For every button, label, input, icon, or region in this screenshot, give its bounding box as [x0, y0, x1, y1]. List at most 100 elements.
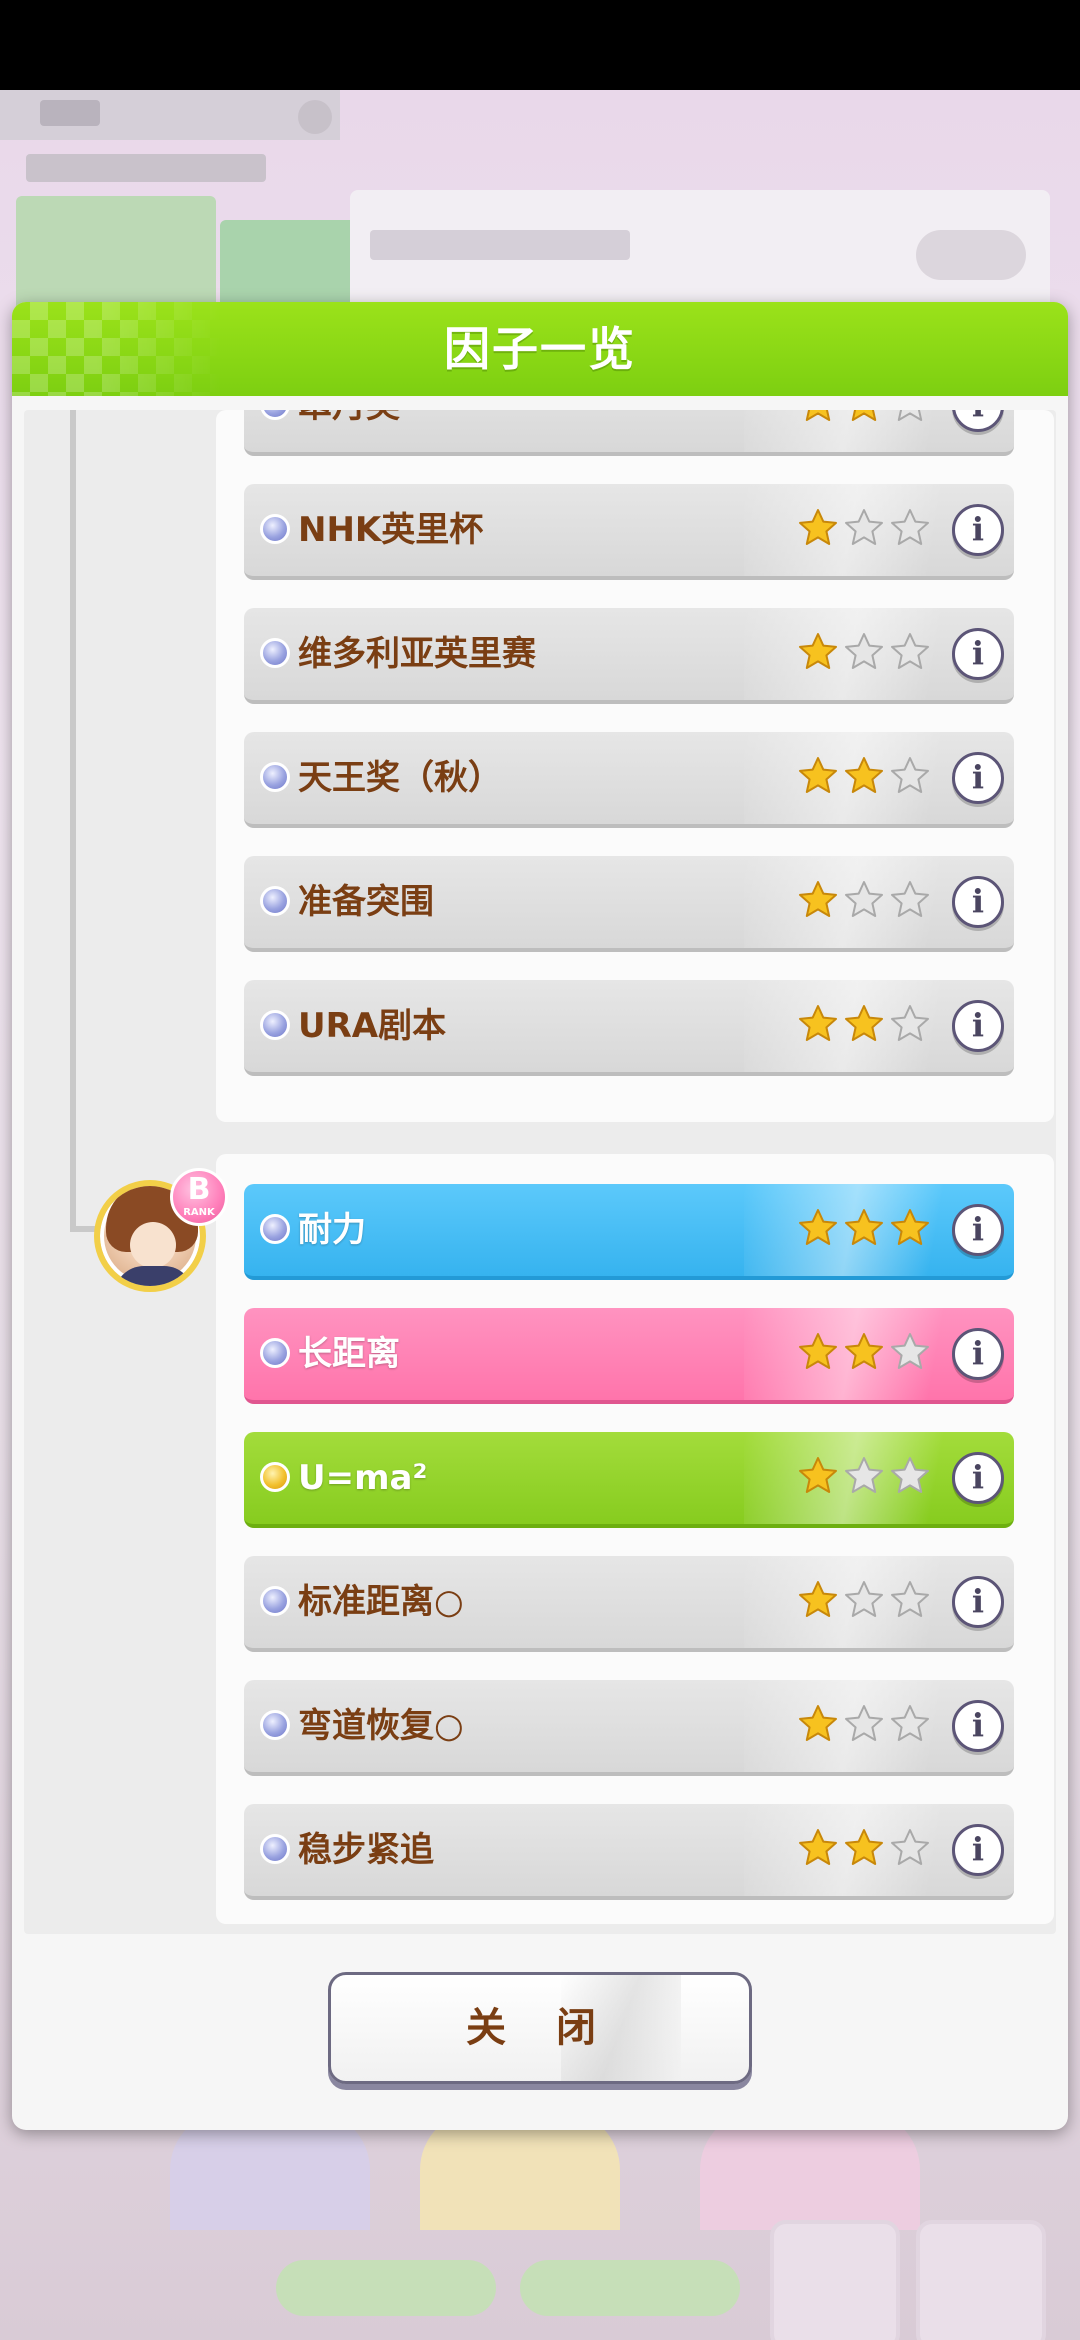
star-filled-icon	[799, 1457, 837, 1493]
star-filled-icon	[845, 1209, 883, 1245]
factor-row[interactable]: 皐月奖 i	[244, 410, 1014, 456]
star-empty-icon	[891, 757, 929, 793]
star-filled-icon	[799, 509, 837, 545]
factor-label: 长距离	[298, 1334, 400, 1374]
star-filled-icon	[891, 1209, 929, 1245]
factor-bullet-icon	[260, 1214, 290, 1244]
factor-bullet-icon	[260, 1010, 290, 1040]
star-filled-icon	[845, 1333, 883, 1369]
factor-label: 耐力	[298, 1210, 366, 1250]
info-icon[interactable]: i	[952, 628, 1004, 680]
factor-bullet-icon	[260, 762, 290, 792]
info-icon[interactable]: i	[952, 1576, 1004, 1628]
factor-star-rating	[798, 1456, 930, 1500]
factor-row[interactable]: U=ma² i	[244, 1432, 1014, 1528]
star-empty-icon	[891, 633, 929, 669]
factor-list-dialog: 因子一览 B RANK 皐月奖iNHK英里杯i维多利亚英里赛i天王奖（秋）i准备…	[12, 302, 1068, 2130]
star-empty-icon	[891, 509, 929, 545]
info-icon[interactable]: i	[952, 1700, 1004, 1752]
factor-row[interactable]: 维多利亚英里赛 i	[244, 608, 1014, 704]
star-empty-icon	[891, 1333, 929, 1369]
close-button[interactable]: 关 闭	[328, 1972, 752, 2084]
factor-row[interactable]: 标准距离○ i	[244, 1556, 1014, 1652]
factor-label: URA剧本	[298, 1006, 447, 1046]
info-icon[interactable]: i	[952, 876, 1004, 928]
star-filled-icon	[799, 1829, 837, 1865]
background-pill	[276, 2260, 496, 2316]
star-filled-icon	[799, 1333, 837, 1369]
rank-word: RANK	[183, 1207, 215, 1218]
star-empty-icon	[897, 410, 923, 421]
factor-label: 标准距离○	[298, 1582, 464, 1622]
factor-label: 准备突围	[298, 882, 434, 922]
factor-star-rating	[798, 1704, 930, 1748]
factor-row[interactable]: NHK英里杯 i	[244, 484, 1014, 580]
info-icon[interactable]: i	[952, 1824, 1004, 1876]
background-button	[770, 2220, 900, 2340]
factor-bullet-icon	[260, 1586, 290, 1616]
rank-letter: B	[187, 1172, 211, 1207]
factor-star-rating	[798, 1004, 930, 1048]
star-filled-icon	[805, 410, 831, 421]
factor-star-rating	[798, 508, 930, 552]
factor-bullet-icon	[260, 886, 290, 916]
background-topbar	[0, 90, 340, 140]
factor-label: 稳步紧追	[298, 1830, 434, 1870]
star-filled-icon	[799, 881, 837, 917]
factor-bullet-icon	[260, 638, 290, 668]
factor-star-rating	[798, 1580, 930, 1624]
star-filled-icon	[799, 1005, 837, 1041]
lineage-line	[70, 410, 76, 1232]
factor-bullet-icon	[260, 410, 290, 420]
info-icon[interactable]: i	[952, 1204, 1004, 1256]
factor-star-rating	[798, 880, 930, 924]
factor-star-rating	[798, 756, 930, 800]
factor-star-rating	[798, 632, 930, 676]
info-icon[interactable]: i	[952, 1452, 1004, 1504]
factor-label: 弯道恢复○	[298, 1706, 464, 1746]
factor-row[interactable]: 弯道恢复○ i	[244, 1680, 1014, 1776]
factor-label: U=ma²	[298, 1458, 428, 1498]
factor-row[interactable]: 稳步紧追 i	[244, 1804, 1014, 1900]
star-empty-icon	[845, 1705, 883, 1741]
factor-label: NHK英里杯	[298, 510, 484, 550]
star-empty-icon	[845, 633, 883, 669]
info-icon[interactable]: i	[952, 410, 1004, 432]
star-filled-icon	[799, 1581, 837, 1617]
star-empty-icon	[845, 1581, 883, 1617]
factor-row[interactable]: 准备突围 i	[244, 856, 1014, 952]
factor-star-rating	[798, 1828, 930, 1872]
info-icon[interactable]: i	[952, 752, 1004, 804]
star-empty-icon	[845, 509, 883, 545]
star-filled-icon	[799, 757, 837, 793]
factor-row[interactable]: 长距离 i	[244, 1308, 1014, 1404]
factor-bullet-icon	[260, 1462, 290, 1492]
close-button-label: 关 闭	[466, 2005, 614, 2051]
factor-label: 维多利亚英里赛	[298, 634, 536, 674]
star-empty-icon	[845, 881, 883, 917]
star-empty-icon	[891, 1705, 929, 1741]
info-icon[interactable]: i	[952, 1000, 1004, 1052]
star-filled-icon	[799, 1209, 837, 1245]
factor-label: 天王奖（秋）	[298, 758, 502, 798]
star-empty-icon	[891, 1457, 929, 1493]
info-icon[interactable]: i	[952, 1328, 1004, 1380]
factor-list-scroll-area[interactable]: B RANK 皐月奖iNHK英里杯i维多利亚英里赛i天王奖（秋）i准备突围iUR…	[24, 410, 1056, 1934]
info-icon[interactable]: i	[952, 504, 1004, 556]
factor-star-rating	[798, 1208, 930, 1252]
star-empty-icon	[845, 1457, 883, 1493]
factor-row[interactable]: 天王奖（秋） i	[244, 732, 1014, 828]
star-empty-icon	[891, 1005, 929, 1041]
factor-star-rating	[798, 1332, 930, 1376]
dialog-header: 因子一览	[12, 302, 1068, 396]
background-button	[916, 2220, 1046, 2340]
factor-bullet-icon	[260, 1710, 290, 1740]
factor-star-rating	[798, 410, 930, 428]
factor-label: 皐月奖	[298, 410, 400, 452]
star-filled-icon	[845, 1829, 883, 1865]
rank-badge: B RANK	[170, 1168, 228, 1226]
factor-row[interactable]: 耐力 i	[244, 1184, 1014, 1280]
star-filled-icon	[799, 1705, 837, 1741]
factor-row[interactable]: URA剧本 i	[244, 980, 1014, 1076]
factor-bullet-icon	[260, 514, 290, 544]
